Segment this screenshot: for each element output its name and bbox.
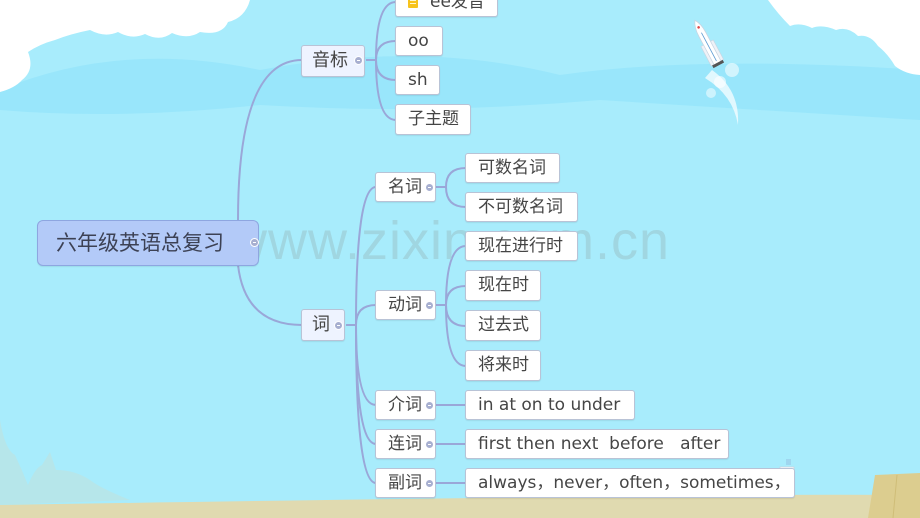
root-topic-label: 六年级英语总复习 (56, 230, 224, 255)
collapse-toggle-root[interactable] (250, 238, 259, 247)
leaf-label: 可数名词 (478, 157, 546, 178)
subtopic-label: 子主题 (408, 109, 459, 129)
leaf-label: in at on to under (478, 394, 621, 415)
subtopic-label: ee发音 (430, 0, 485, 12)
collapse-toggle-dongci[interactable] (425, 301, 434, 310)
leaf-label: 现在时 (478, 275, 529, 295)
leaf-label: 将来时 (478, 355, 529, 375)
leaf-label: 过去式 (478, 315, 529, 335)
leaf-label: always，never，often，sometimes， (478, 472, 791, 493)
leaf-bukesu-mingci[interactable]: 不可数名词 (465, 192, 578, 222)
leaf-kesu-mingci[interactable]: 可数名词 (465, 153, 560, 183)
subtopic-oo[interactable]: oo (395, 26, 443, 56)
subtopic-label: 介词 (388, 394, 422, 415)
subtopic-label: oo (408, 30, 429, 51)
subtopic-zizhuti[interactable]: 子主题 (395, 104, 471, 135)
leaf-xianzai-jinxingshi[interactable]: 现在进行时 (465, 231, 578, 261)
subtopic-label: 副词 (388, 472, 422, 493)
subtopic-label: 名词 (388, 176, 422, 197)
leaf-label: first then next before after (478, 433, 721, 454)
mindmap-canvas: www.zixin.com.cn 六年级英语总复习 音标 ee发音 oo sh … (0, 0, 920, 518)
collapse-toggle-lianci[interactable] (425, 440, 434, 449)
leaf-adverbs[interactable]: always，never，often，sometimes， (465, 468, 795, 498)
collapse-toggle-yinbiao[interactable] (354, 56, 363, 65)
collapse-toggle-fuci[interactable] (425, 479, 434, 488)
connector-root-ci (237, 264, 303, 326)
subtopic-label: sh (408, 69, 428, 90)
hills (0, 420, 130, 505)
leaf-prepositions[interactable]: in at on to under (465, 390, 635, 420)
branch-topic-label: 音标 (312, 50, 348, 71)
subtopic-sh[interactable]: sh (395, 65, 440, 95)
root-topic[interactable]: 六年级英语总复习 (37, 220, 259, 266)
subtopic-label: 连词 (388, 433, 422, 454)
branch-topic-label: 词 (312, 314, 330, 335)
rocket-illustration (694, 19, 725, 69)
sand-ground (0, 494, 920, 518)
collapse-toggle-mingci[interactable] (425, 183, 434, 192)
leaf-xianzaishi[interactable]: 现在时 (465, 270, 541, 301)
leaf-conjunctions[interactable]: first then next before after (465, 429, 729, 459)
subtopic-ee[interactable]: ee发音 (395, 0, 498, 17)
cloud-right (768, 0, 920, 75)
leaf-jianglaishi[interactable]: 将来时 (465, 350, 541, 381)
subtopic-label: 动词 (388, 294, 422, 315)
note-icon[interactable] (408, 0, 418, 8)
leaf-label: 不可数名词 (478, 196, 563, 217)
collapse-toggle-jieci[interactable] (425, 401, 434, 410)
leaf-label: 现在进行时 (478, 235, 563, 256)
collapse-toggle-ci[interactable] (334, 321, 343, 330)
leaf-guoqushi[interactable]: 过去式 (465, 310, 541, 341)
